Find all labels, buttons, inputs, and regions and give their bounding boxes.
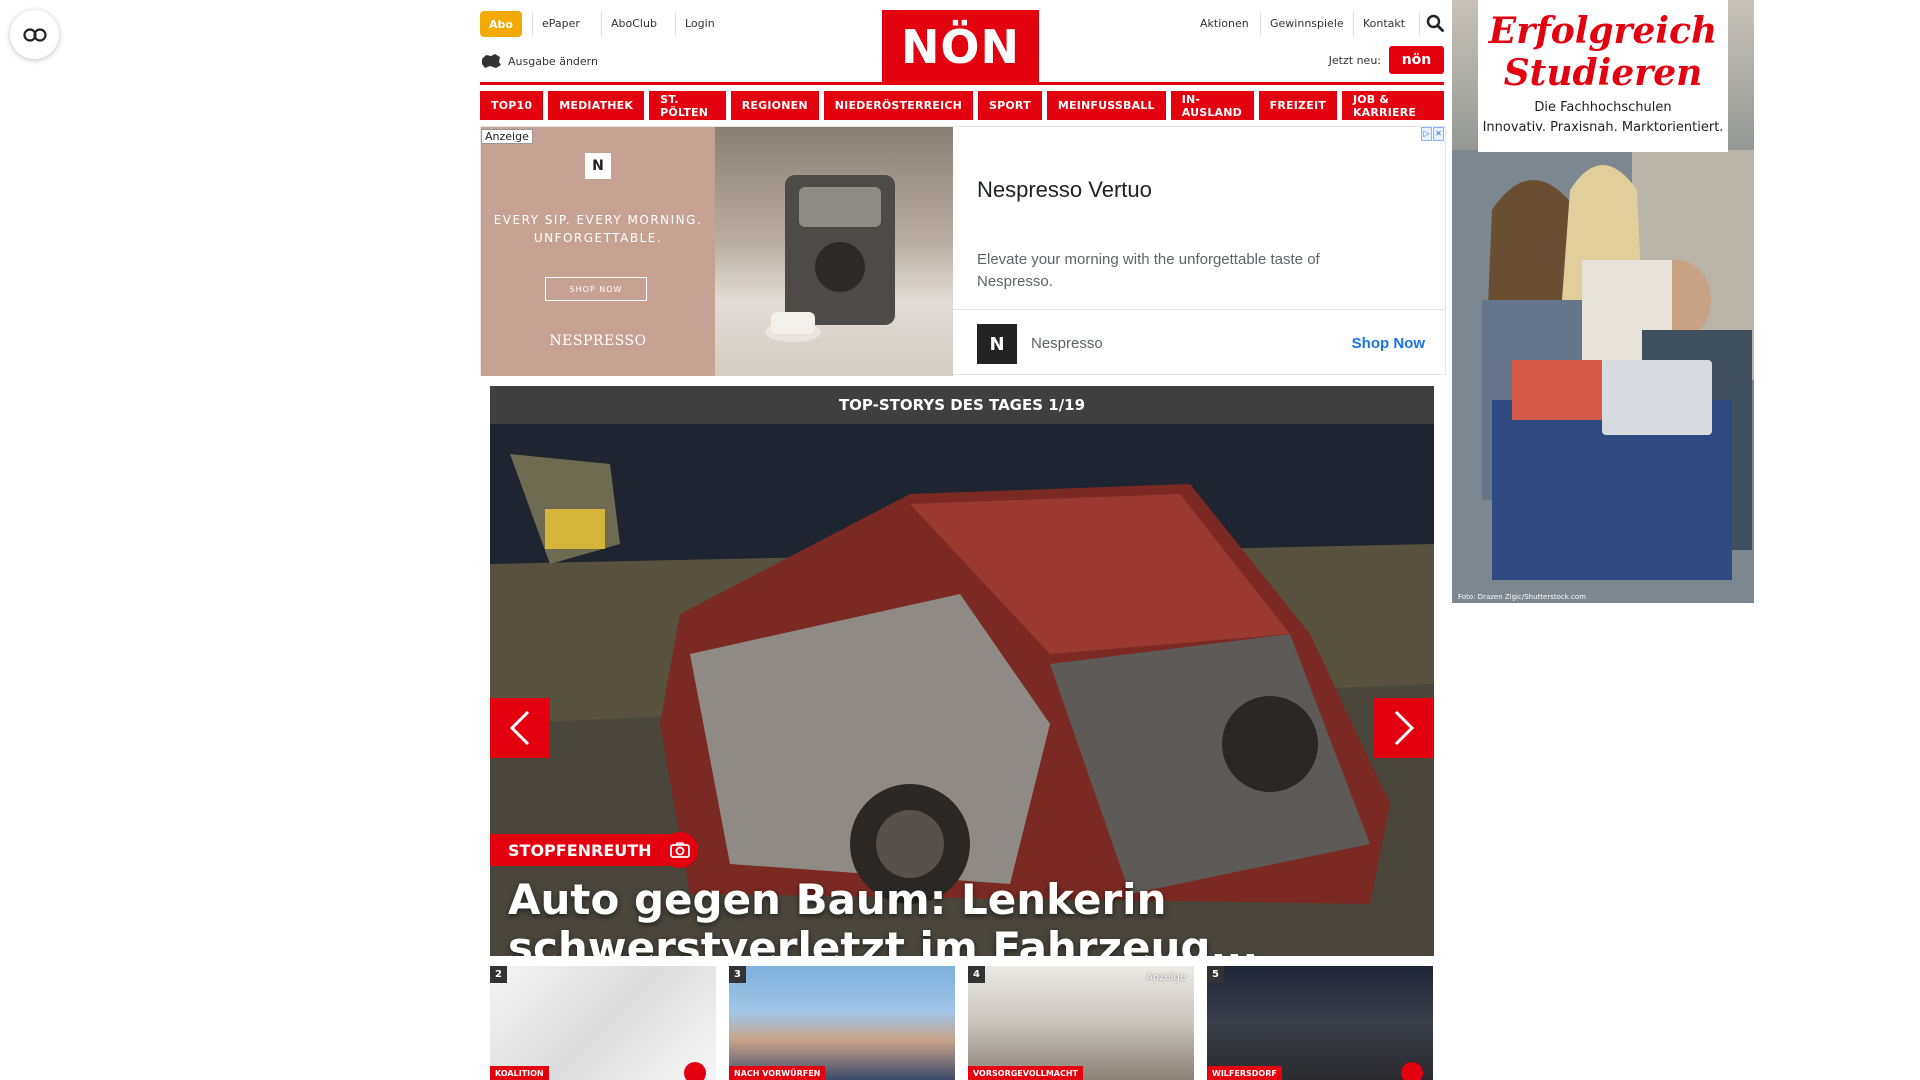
- top-story-image[interactable]: STOPFENREUTH Auto gegen Baum: Lenkerin s…: [490, 424, 1434, 956]
- edition-label: Ausgabe ändern: [508, 54, 598, 68]
- divider: [1419, 12, 1420, 36]
- nespresso-ad[interactable]: Anzeige N EVERY SIP. EVERY MORNING. UNFO…: [480, 126, 1446, 376]
- sidebar-ad[interactable]: Erfolgreich Studieren Die Fachhochschule…: [1452, 0, 1754, 603]
- thumb-kicker: WILFERSDORF: [1207, 1066, 1282, 1080]
- nav-item-niederoesterreich[interactable]: NIEDERÖSTERREICH: [823, 91, 973, 120]
- coffee-machine-image[interactable]: [715, 127, 953, 376]
- edition-switcher[interactable]: Ausgabe ändern: [480, 50, 598, 72]
- ad-description: Elevate your morning with the unforgetta…: [977, 251, 1320, 290]
- ad-divider: [953, 309, 1445, 310]
- jetzt-label: Jetzt neu:: [1328, 53, 1381, 67]
- top-story-headline[interactable]: Auto gegen Baum: Lenkerin schwerstverlet…: [508, 876, 1408, 957]
- site-logo[interactable]: NÖN: [882, 10, 1039, 83]
- header-divider: [480, 82, 1444, 85]
- top-story-kicker[interactable]: STOPFENREUTH: [490, 834, 670, 866]
- main-nav: TOP10 MEDIATHEK ST. PÖLTEN REGIONEN NIED…: [480, 91, 1444, 120]
- jetzt-neu: Jetzt neu: nön: [1329, 46, 1444, 74]
- gallery-icon: [1401, 1062, 1423, 1080]
- epaper-link[interactable]: ePaper: [542, 17, 580, 30]
- aktionen-link[interactable]: Aktionen: [1200, 17, 1249, 30]
- slider-prev-button[interactable]: [490, 698, 550, 758]
- ad-slogan: EVERY SIP. EVERY MORNING. UNFORGETTABLE.: [493, 213, 703, 245]
- thumb-number: 5: [1207, 966, 1224, 983]
- story-thumbnails: 2 KOALITION 3 NACH VORWÜRFEN 4 Anzeige V…: [490, 966, 1434, 1080]
- aboclub-link[interactable]: AboClub: [611, 17, 657, 30]
- nav-item-mediathek[interactable]: MEDIATHEK: [548, 91, 645, 120]
- thumb-number: 4: [968, 966, 985, 983]
- nav-item-meinfussball[interactable]: MEINFUSSBALL: [1046, 91, 1166, 120]
- sidebar-ad-headline: Erfolgreich Studieren: [1488, 10, 1718, 94]
- nav-item-regionen[interactable]: REGIONEN: [730, 91, 819, 120]
- sidebar-ad-subline-2: Innovativ. Praxisnah. Marktorientiert.: [1482, 120, 1724, 135]
- gallery-icon: [684, 1062, 706, 1080]
- divider: [1260, 12, 1261, 36]
- nav-item-freizeit[interactable]: FREIZEIT: [1258, 91, 1337, 120]
- site-container: Abo ePaper AboClub Login Aktionen Gewinn…: [480, 0, 1446, 1080]
- ad-headline[interactable]: Nespresso Vertuo: [977, 177, 1152, 203]
- thumbnail-story[interactable]: 4 Anzeige VORSORGEVOLLMACHT: [968, 966, 1194, 1080]
- thumb-number: 2: [490, 966, 507, 983]
- top-story-slider: TOP-STORYS DES TAGES 1/19 STOPFENREUTH A…: [490, 386, 1434, 956]
- gewinnspiele-link[interactable]: Gewinnspiele: [1270, 17, 1344, 30]
- thumbnail-story[interactable]: 5 WILFERSDORF: [1207, 966, 1433, 1080]
- slider-next-button[interactable]: [1374, 698, 1434, 758]
- search-icon[interactable]: [1426, 14, 1444, 32]
- thumb-kicker: KOALITION: [490, 1066, 549, 1080]
- thumb-ad-tag: Anzeige: [1146, 972, 1186, 983]
- divider: [601, 12, 602, 36]
- chevron-right-icon: [1394, 710, 1415, 746]
- photo-credit: Foto: Drazen Zigic/Shutterstock.com: [1458, 593, 1586, 601]
- divider: [532, 12, 533, 36]
- reader-mode-button[interactable]: [10, 10, 59, 59]
- chevron-left-icon: [509, 710, 530, 746]
- ad-shop-button[interactable]: SHOP NOW: [545, 277, 647, 301]
- gallery-badge: [662, 832, 698, 868]
- nav-item-job-karriere[interactable]: JOB & KARRIERE: [1341, 91, 1444, 120]
- advertiser-name: Nespresso: [1031, 335, 1103, 352]
- thumbnail-story[interactable]: 2 KOALITION: [490, 966, 716, 1080]
- thumb-kicker: NACH VORWÜRFEN: [729, 1066, 826, 1080]
- nav-item-top10[interactable]: TOP10: [480, 91, 544, 120]
- adchoices-icon[interactable]: ▷ ✕: [1421, 127, 1445, 141]
- coffee-machine-illustration: [765, 175, 895, 342]
- tv-badge[interactable]: nön: [1389, 46, 1444, 74]
- sidebar-ad-card: Erfolgreich Studieren Die Fachhochschule…: [1478, 0, 1728, 152]
- thumbnail-story[interactable]: 3 NACH VORWÜRFEN: [729, 966, 955, 1080]
- reader-mode-icon: [22, 27, 47, 42]
- advertiser-logo-icon: N: [977, 324, 1017, 364]
- ad-tag: Anzeige: [481, 129, 533, 144]
- divider: [675, 12, 676, 36]
- ad-text-panel: Nespresso Vertuo Elevate your morning wi…: [953, 127, 1445, 376]
- ad-brand: NESPRESSO: [549, 333, 647, 349]
- login-link[interactable]: Login: [685, 17, 715, 30]
- divider: [1353, 12, 1354, 36]
- map-icon: [482, 54, 501, 68]
- sidebar-ad-subline-1: Die Fachhochschulen: [1534, 100, 1672, 115]
- abo-button[interactable]: Abo: [480, 11, 522, 37]
- camera-icon: [670, 842, 690, 858]
- nav-item-in-ausland[interactable]: IN-AUSLAND: [1170, 91, 1254, 120]
- ad-cta-button[interactable]: Shop Now: [1352, 335, 1425, 352]
- thumb-number: 3: [729, 966, 746, 983]
- ad-banner[interactable]: N EVERY SIP. EVERY MORNING. UNFORGETTABL…: [481, 127, 715, 376]
- kontakt-link[interactable]: Kontakt: [1363, 17, 1405, 30]
- nespresso-logo-icon: N: [585, 153, 611, 179]
- nav-item-st-poelten[interactable]: ST. PÖLTEN: [649, 91, 726, 120]
- nav-item-sport[interactable]: SPORT: [978, 91, 1042, 120]
- thumb-kicker: VORSORGEVOLLMACHT: [968, 1066, 1083, 1080]
- top-story-bar: TOP-STORYS DES TAGES 1/19: [490, 386, 1434, 424]
